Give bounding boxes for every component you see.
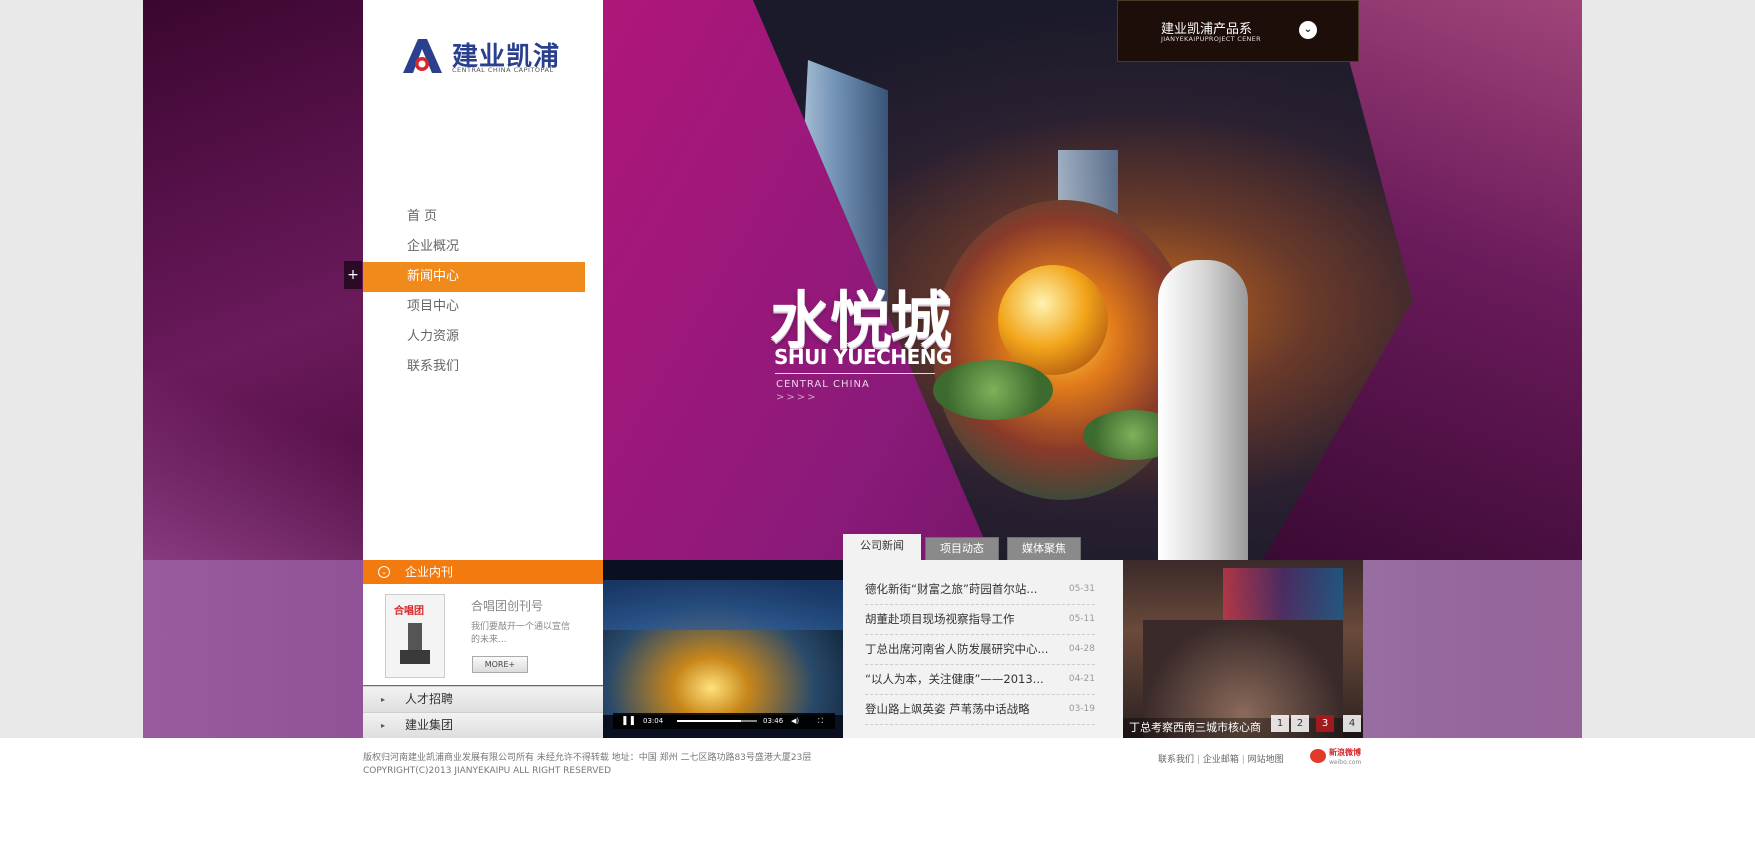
footer-separator: | [1196,755,1200,765]
video-sky [603,580,843,630]
pager-button-active[interactable]: 3 [1316,715,1334,732]
product-system-button[interactable]: 建业凯浦产品系 JIANYEKAIPUPROJECT CENER ⌄ [1117,0,1359,62]
news-item[interactable]: 胡董赴项目现场视察指导工作 05-11 [865,605,1095,635]
magazine-cover[interactable]: 合唱团 [385,594,445,678]
video-controls: ❚❚ 03:04 03:46 ◀) ⛶ [613,713,835,729]
inner-site-label: 企业内刊 [405,565,454,579]
news-title[interactable]: “以人为本，关注健康”——2013... [865,665,1060,694]
news-date: 05-31 [1068,584,1095,594]
hero-dome [998,265,1108,375]
nav-news-center[interactable]: 新闻中心 [363,262,585,292]
tab-media-focus[interactable]: 媒体聚焦 [1007,537,1081,561]
pager-button[interactable]: 2 [1291,715,1309,732]
hero-green [933,360,1053,420]
footer-background [0,738,1755,853]
hero-tower-right [1158,260,1248,560]
footer-separator: | [1241,755,1245,765]
nav-company-overview[interactable]: 企业概况 [363,232,603,262]
inner-site-header[interactable]: ⌄ 企业内刊 [363,560,603,584]
video-progress-bar[interactable] [677,720,757,722]
footer-link-email[interactable]: 企业邮箱 [1203,755,1239,765]
nav-expand-icon[interactable]: + [344,261,362,289]
photo-slider[interactable]: 丁总考察西南三城市核心商 [1123,560,1363,738]
more-button[interactable]: MORE+ [472,656,528,673]
news-date: 04-28 [1068,644,1095,654]
chevron-down-circle-icon: ⌄ [378,566,390,578]
nav-project-center[interactable]: 项目中心 [363,292,603,322]
news-title[interactable]: 胡董赴项目现场视察指导工作 [865,605,1060,634]
news-panel: 德化新街“财富之旅”莳园首尔站... 05-31 胡董赴项目现场视察指导工作 0… [843,560,1123,738]
weibo-link[interactable]: 新浪微博 weibo.com [1310,748,1362,766]
footer-line-1: 版权归河南建业凯浦商业发展有限公司所有 未经允许不得转载 地址：中国 郑州 二七… [363,753,812,763]
news-title[interactable]: 丁总出席河南省人防发展研究中心... [865,635,1060,664]
hero-divider [775,373,935,374]
weibo-text: 新浪微博 [1329,748,1361,757]
pager-button[interactable]: 1 [1271,715,1289,732]
pager-button[interactable]: 4 [1343,715,1361,732]
video-total-time: 03:46 [763,717,784,725]
fullscreen-icon[interactable]: ⛶ [818,713,823,729]
tab-project-updates[interactable]: 项目动态 [925,537,999,561]
footer-link-contact[interactable]: 联系我们 [1158,755,1194,765]
product-system-sub: JIANYEKAIPUPROJECT CENER [1161,35,1261,43]
news-title[interactable]: 德化新街“财富之旅”莳园首尔站... [865,575,1060,604]
chevron-right-icon: ▸ [381,721,386,730]
news-date: 04-21 [1068,674,1095,684]
hero-arrows: >>>> [776,392,818,403]
video-current-time: 03:04 [643,717,664,725]
footer-link-sitemap[interactable]: 网站地图 [1248,755,1284,765]
right-decor [1363,560,1582,738]
news-item[interactable]: “以人为本，关注健康”——2013... 04-21 [865,665,1095,695]
footer-links: 联系我们 | 企业邮箱 | 网站地图 [1158,752,1284,765]
sidebar: 建业凯浦 CENTRAL CHINA CAPITOPAL 首 页 企业概况 新闻… [363,0,603,560]
hero-subtitle: SHUI YUECHENG [774,345,952,369]
news-date: 03-19 [1068,704,1095,714]
pause-icon[interactable]: ❚❚ [621,713,636,729]
weibo-icon [1310,749,1326,763]
accordion-group[interactable]: ▸ 建业集团 [363,712,603,738]
magazine-title[interactable]: 合唱团创刊号 [471,597,543,614]
chevron-right-icon: ▸ [381,695,386,704]
magazine-desc: 我们要敲开一个通以宣信的未来... [471,622,571,645]
logo-mark-icon [403,39,442,73]
accordion-label: 人才招聘 [405,692,454,706]
chevron-down-icon[interactable]: ⌄ [1299,21,1317,39]
news-title[interactable]: 登山路上飒英姿 芦苇荡中话战略 [865,695,1060,724]
volume-icon[interactable]: ◀) [791,713,799,729]
news-date: 05-11 [1068,614,1095,624]
news-item[interactable]: 德化新街“财富之旅”莳园首尔站... 05-31 [865,575,1095,605]
weibo-label: 新浪微博 weibo.com [1329,748,1361,767]
logo-subtext: CENTRAL CHINA CAPITOPAL [452,66,554,74]
video-player[interactable]: ❚❚ 03:04 03:46 ◀) ⛶ [603,560,843,738]
hammer-head-icon [400,650,430,664]
nav-contact-us[interactable]: 联系我们 [363,352,603,382]
footer-copyright: 版权归河南建业凯浦商业发展有限公司所有 未经允许不得转载 地址：中国 郑州 二七… [363,752,811,778]
hero-tag: CENTRAL CHINA [776,379,870,390]
weibo-sub: weibo.com [1329,759,1362,766]
tab-company-news[interactable]: 公司新闻 [843,534,921,562]
nav-human-resources[interactable]: 人力资源 [363,322,603,352]
magazine-cover-title: 合唱团 [394,606,424,617]
news-item[interactable]: 丁总出席河南省人防发展研究中心... 04-28 [865,635,1095,665]
video-progress-fill [677,720,741,722]
accordion-label: 建业集团 [405,718,454,732]
left-decor-light [143,360,363,560]
footer-line-2: COPYRIGHT(C)2013 JIANYEKAIPU ALL RIGHT R… [363,766,612,776]
news-item[interactable]: 登山路上飒英姿 芦苇荡中话战略 03-19 [865,695,1095,725]
logo[interactable]: 建业凯浦 CENTRAL CHINA CAPITOPAL [400,36,570,76]
nav-home[interactable]: 首 页 [363,202,603,232]
photo-sign [1223,568,1343,628]
accordion-recruitment[interactable]: ▸ 人才招聘 [363,686,603,712]
inner-site-panel: 合唱团 合唱团创刊号 我们要敲开一个通以宣信的未来... MORE+ [363,584,603,685]
main-nav: 首 页 企业概况 新闻中心 项目中心 人力资源 联系我们 [363,202,603,382]
